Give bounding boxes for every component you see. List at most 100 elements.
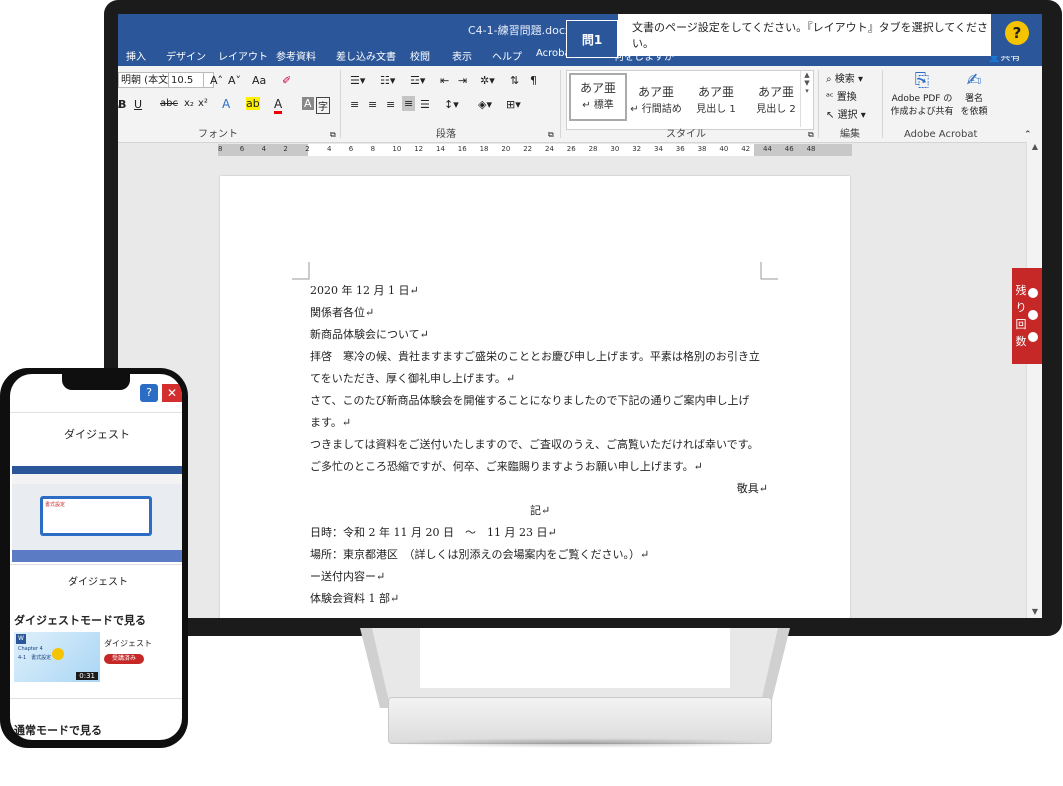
document-line: 敬具↵ <box>736 482 768 495</box>
style-heading-2[interactable]: あア亜 見出し 2 <box>749 79 803 123</box>
strikethrough-icon[interactable]: abc <box>160 98 178 109</box>
ruler-number: 4 <box>261 145 267 153</box>
tab-insert[interactable]: 挿入 <box>126 48 146 63</box>
tab-layout[interactable]: レイアウト <box>218 48 268 63</box>
increase-indent-icon[interactable]: ⇥ <box>458 74 467 87</box>
font-size-select[interactable]: 10.5 <box>168 72 204 88</box>
horizontal-ruler[interactable]: 8 6 4 2 2 4 6 8 10 12 14 16 18 20 22 24 26 28 30 32 34 36 38 40… <box>218 144 852 156</box>
phone-close-button[interactable]: ✕ <box>162 384 182 402</box>
font-dialog-launcher-icon[interactable]: ⧉ <box>330 130 336 140</box>
underline-icon[interactable]: U <box>134 98 142 111</box>
sun-icon <box>52 648 64 660</box>
style-sample: あア亜 <box>637 85 674 99</box>
tab-view[interactable]: 表示 <box>452 48 472 63</box>
numbering-icon[interactable]: ☷▾ <box>380 74 395 87</box>
collapse-ribbon-icon[interactable]: ⌃ <box>1024 130 1032 140</box>
tab-help[interactable]: ヘルプ <box>492 48 522 63</box>
enclose-char-icon[interactable]: 字 <box>316 97 330 114</box>
decrease-indent-icon[interactable]: ⇤ <box>440 74 449 87</box>
scroll-up-icon[interactable]: ▲ <box>1027 142 1042 151</box>
styles-group-label: スタイル <box>666 129 706 140</box>
phone-notch <box>62 374 130 390</box>
document-line: さて、このたび新商品体験会を開催することになりましたので下記の通りご案内申し上げ <box>310 394 750 407</box>
align-right-icon[interactable]: ≡ <box>386 98 395 111</box>
ruler-number: 28 <box>588 145 598 153</box>
style-label: ↵ 標準 <box>582 100 614 111</box>
style-normal[interactable]: あア亜 ↵ 標準 <box>569 73 627 121</box>
shrink-font-icon[interactable]: A˅ <box>228 74 241 87</box>
show-marks-icon[interactable]: ¶ <box>530 74 537 87</box>
superscript-icon[interactable]: x² <box>198 98 208 109</box>
ruler-number: 48 <box>806 145 816 153</box>
grow-font-icon[interactable]: A˄ <box>210 74 223 87</box>
styles-scroll-icon[interactable]: ▲ ▼ ▾ <box>800 71 813 127</box>
search-icon: ⌕ <box>826 74 835 85</box>
question-badge: 問1 <box>566 20 618 58</box>
select-button[interactable]: ↖ 選択 ▾ <box>826 106 866 121</box>
font-group-label: フォント <box>198 129 238 140</box>
scroll-down-icon[interactable]: ▼ <box>1027 607 1042 616</box>
tab-review[interactable]: 校閲 <box>410 48 430 63</box>
tab-references[interactable]: 参考資料 <box>276 48 316 63</box>
monitor-stand-base <box>388 697 772 744</box>
document-line: 場所：東京都港区 （詳しくは別添えの会場案内をご覧ください。）↵ <box>310 548 650 561</box>
style-heading-1[interactable]: あア亜 見出し 1 <box>689 79 743 123</box>
request-signature-button[interactable]: ✍ 署名 を依頼 <box>956 70 992 117</box>
document-line: 新商品体験会について↵ <box>310 328 429 341</box>
monitor-stand-shadow <box>380 738 780 748</box>
divider <box>10 564 182 565</box>
ruler-number: 24 <box>545 145 554 153</box>
distributed-icon[interactable]: ☰ <box>420 98 430 111</box>
document-line: 記↵ <box>530 504 551 517</box>
vertical-scrollbar[interactable]: ▲ ▼ <box>1026 142 1042 618</box>
shading-icon[interactable]: ◈▾ <box>478 98 492 111</box>
sort-icon[interactable]: ⇅ <box>510 74 519 87</box>
select-label: 選択 <box>837 110 858 121</box>
document-page[interactable]: 2020 年 12 月 1 日↵ 関係者各位↵ 新商品体験会について↵ 拝啓 寒冷の候… <box>220 176 850 618</box>
subscript-icon[interactable]: x₂ <box>184 98 194 109</box>
align-left-icon[interactable]: ≡ <box>350 98 359 111</box>
remaining-attempts-tag: 残 り 回 数 <box>1012 268 1042 364</box>
thumb-dialog-title: 書式設定 <box>43 499 149 533</box>
font-color-icon[interactable]: A <box>274 97 283 114</box>
highlight-icon[interactable]: ab <box>246 97 260 110</box>
document-title: C4-1-練習問題.docx <box>468 24 572 37</box>
ruler-number: 44 <box>763 145 772 153</box>
multilevel-list-icon[interactable]: ☲▾ <box>410 74 425 87</box>
tab-design[interactable]: デザイン <box>166 48 206 63</box>
italic-icon[interactable]: I <box>118 98 121 111</box>
document-line: 日時：令和 2 年 11 月 20 日 ～ 11 月 23 日↵ <box>310 526 557 539</box>
smartphone: ? ✕ ダイジェスト 書式設定 ダイジェスト ダイジェストモードで見る W Ch… <box>0 368 188 748</box>
align-center-icon[interactable]: ≡ <box>368 98 377 111</box>
clear-format-icon[interactable]: ✐ <box>282 74 291 87</box>
digest-card-thumbnail[interactable]: W Chapter 4 4-1 書式設定 0:31 <box>14 632 100 682</box>
thumb-caption-bar <box>12 550 182 562</box>
style-no-spacing[interactable]: あア亜 ↵ 行間詰め <box>629 79 683 123</box>
line-spacing-icon[interactable]: ↕▾ <box>444 98 459 111</box>
find-button[interactable]: ⌕ 検索 ▾ <box>826 70 863 85</box>
help-button[interactable]: ? <box>991 14 1042 56</box>
monitor-screen: C4-1-練習問題.docx 挿入 デザイン レイアウト 参考資料 差し込み文書… <box>118 14 1042 618</box>
tab-mailings[interactable]: 差し込み文書 <box>336 48 396 63</box>
text-effects-icon[interactable]: A <box>222 97 230 111</box>
phone-help-button[interactable]: ? <box>140 384 158 402</box>
change-case-icon[interactable]: Aa <box>252 74 266 87</box>
thumb-ribbon <box>12 474 182 484</box>
styles-dialog-launcher-icon[interactable]: ⧉ <box>808 130 814 140</box>
ruler-number: 32 <box>632 145 642 153</box>
asian-layout-icon[interactable]: ✲▾ <box>480 74 495 87</box>
paragraph-dialog-launcher-icon[interactable]: ⧉ <box>548 130 554 140</box>
video-thumbnail[interactable]: 書式設定 <box>12 466 182 562</box>
borders-icon[interactable]: ⊞▾ <box>506 98 521 111</box>
character-shading-icon[interactable]: A <box>302 97 314 110</box>
style-label: ↵ 行間詰め <box>630 104 682 115</box>
bullets-icon[interactable]: ☰▾ <box>350 74 365 87</box>
create-pdf-button[interactable]: ⎘ Adobe PDF の 作成および共有 <box>888 70 956 117</box>
remaining-circle-icon <box>1026 286 1040 300</box>
replace-button[interactable]: ᵃᶜ 置換 <box>826 88 857 103</box>
monitor-stand-neck <box>360 628 790 708</box>
document-line: てをいただき、厚く御礼申し上げます。↵ <box>310 372 516 385</box>
replace-icon: ᵃᶜ <box>826 92 837 103</box>
crop-mark-top-left-icon <box>292 262 310 280</box>
justify-icon[interactable]: ≡ <box>402 96 416 111</box>
